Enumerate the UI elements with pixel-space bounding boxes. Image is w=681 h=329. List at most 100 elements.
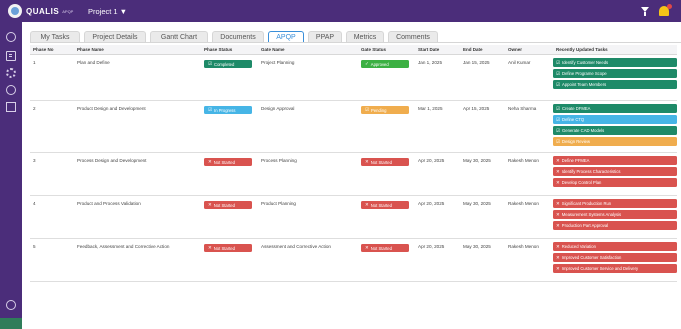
settings-icon[interactable] bbox=[6, 68, 16, 78]
close-icon: ✕ bbox=[365, 245, 369, 250]
gate-status-badge-label: Not Started bbox=[370, 159, 392, 165]
table-row[interactable]: 1 Plan and Define ☑ Completed Project Planni… bbox=[30, 55, 677, 101]
close-icon: ✕ bbox=[556, 222, 560, 228]
task-chip[interactable]: ☑ Create DFMEA bbox=[553, 104, 677, 113]
phase-status-badge: ☑ In Progress bbox=[204, 106, 252, 114]
close-icon: ✕ bbox=[208, 245, 212, 250]
checkbox-icon: ☑ bbox=[556, 59, 561, 65]
phase-no: 3 bbox=[33, 158, 36, 163]
start-date: Apr 20, 2025 bbox=[418, 201, 445, 206]
task-chip[interactable]: ☑ Define Programe Scope bbox=[553, 69, 677, 78]
apqp-phase-table: Phase No Phase Name Phase Status Gate Na… bbox=[30, 45, 677, 282]
task-chip[interactable]: ✕ Identify Process Characteristics bbox=[553, 167, 677, 176]
task-chip[interactable]: ☑ Generate CAD Models bbox=[553, 126, 677, 135]
task-chip[interactable]: ☑ Appoint Team Members bbox=[553, 80, 677, 89]
task-chip[interactable]: ✕ Define PFMEA bbox=[553, 156, 677, 165]
start-date: Apr 20, 2025 bbox=[418, 244, 445, 249]
notification-bell-icon[interactable] bbox=[659, 4, 672, 16]
task-label: Define Programe Scope bbox=[562, 71, 607, 76]
task-chip[interactable]: ✕ Production Part Approval bbox=[553, 221, 677, 230]
gate-status-badge-label: Not Started bbox=[370, 202, 392, 208]
close-icon: ✕ bbox=[208, 159, 212, 164]
gate-status-badge-label: Pending bbox=[371, 107, 387, 113]
phase-name: Product and Process Validation bbox=[77, 201, 141, 206]
checkbox-icon: ☑ bbox=[556, 127, 561, 133]
task-chip[interactable]: ✕ Reduced Variation bbox=[553, 242, 677, 251]
active-indicator bbox=[0, 318, 22, 329]
gate-name: Assessment and Corrective Action bbox=[261, 244, 331, 249]
gate-name: Product Planning bbox=[261, 201, 296, 206]
end-date: May 30, 2025 bbox=[463, 158, 491, 163]
owner: Neha Sharma bbox=[508, 106, 537, 111]
end-date: May 30, 2025 bbox=[463, 244, 491, 249]
task-label: Significant Production Run bbox=[561, 201, 612, 206]
close-icon: ✕ bbox=[556, 168, 560, 174]
phase-status-badge-label: Not Started bbox=[213, 245, 235, 251]
task-chip[interactable]: ✕ Improved Customer Service and Delivery bbox=[553, 264, 677, 273]
phase-status-badge: ✕ Not Started bbox=[204, 244, 252, 252]
task-label: Production Part Approval bbox=[561, 223, 609, 228]
recent-tasks-cell: ✕ Significant Production Run ✕ Measurement … bbox=[553, 196, 677, 238]
task-chip[interactable]: ☑ Design Review bbox=[553, 137, 677, 146]
check-icon: ☑ bbox=[208, 107, 213, 112]
header-owner: Owner bbox=[508, 47, 523, 52]
app-logo[interactable]: QUALIS APQP bbox=[8, 4, 76, 18]
checkbox-icon: ☑ bbox=[556, 81, 561, 87]
task-chip[interactable]: ✕ Improved Customer Satisfaction bbox=[553, 253, 677, 262]
phase-status-badge: ✕ Not Started bbox=[204, 201, 252, 209]
task-chip[interactable]: ✕ Significant Production Run bbox=[553, 199, 677, 208]
task-chip[interactable]: ☑ Define CTQ bbox=[553, 115, 677, 124]
table-row[interactable]: 3 Process Design and Development ✕ Not Star… bbox=[30, 153, 677, 196]
phase-status-badge: ☑ Completed bbox=[204, 60, 252, 68]
close-icon: ✕ bbox=[556, 211, 560, 217]
checkbox-icon: ☑ bbox=[556, 70, 561, 76]
recent-tasks-cell: ☑ Create DFMEA ☑ Define CTQ ☑ Generate CAD Mo… bbox=[553, 101, 677, 152]
end-date: Jan 15, 2025 bbox=[463, 60, 490, 65]
logo-text: QUALIS bbox=[26, 6, 60, 16]
phase-status-badge-label: In Progress bbox=[214, 107, 236, 113]
task-label: Identify Customer Needs bbox=[562, 60, 609, 65]
task-chip[interactable]: ☑ Identify Customer Needs bbox=[553, 58, 677, 67]
checkbox-icon: ☑ bbox=[556, 116, 561, 122]
table-row[interactable]: 4 Product and Process Validation ✕ Not Star… bbox=[30, 196, 677, 239]
phase-no: 1 bbox=[33, 60, 36, 65]
check-icon: ☑ bbox=[208, 61, 213, 66]
close-icon: ✕ bbox=[365, 202, 369, 207]
gate-status-badge: ✓ Approved bbox=[361, 60, 409, 68]
table-body: 1 Plan and Define ☑ Completed Project Planni… bbox=[30, 55, 677, 282]
gate-status-cell: ✕ Not Started bbox=[358, 196, 415, 238]
start-date: Apr 20, 2025 bbox=[418, 158, 445, 163]
gate-status-cell: ☑ Pending bbox=[358, 101, 415, 152]
help-icon[interactable] bbox=[6, 300, 16, 310]
phase-name: Process Design and Development bbox=[77, 158, 147, 163]
gate-status-badge: ✕ Not Started bbox=[361, 158, 409, 166]
task-label: Define PFMEA bbox=[561, 158, 590, 163]
task-chip[interactable]: ✕ Develop Control Plan bbox=[553, 178, 677, 187]
project-selector[interactable]: Project 1 ▼ bbox=[88, 7, 127, 16]
recent-tasks-cell: ✕ Define PFMEA ✕ Identify Process Character… bbox=[553, 153, 677, 195]
phase-status-cell: ☑ In Progress bbox=[201, 101, 258, 152]
phase-status-cell: ☑ Completed bbox=[201, 55, 258, 100]
document-icon[interactable] bbox=[6, 51, 16, 61]
task-label: Reduced Variation bbox=[561, 244, 596, 249]
check-icon: ☑ bbox=[365, 107, 370, 112]
table-row[interactable]: 5 Feedback, Assessment and Corrective Act… bbox=[30, 239, 677, 282]
task-label: Define CTQ bbox=[562, 117, 585, 122]
phase-no: 4 bbox=[33, 201, 36, 206]
gate-status-badge: ✕ Not Started bbox=[361, 201, 409, 209]
phase-status-badge-label: Not Started bbox=[213, 202, 235, 208]
dashboard-icon[interactable] bbox=[6, 32, 16, 42]
close-icon: ✕ bbox=[556, 265, 560, 271]
task-chip[interactable]: ✕ Measurement Systems Analysis bbox=[553, 210, 677, 219]
task-label: Measurement Systems Analysis bbox=[561, 212, 622, 217]
close-icon: ✕ bbox=[556, 254, 560, 260]
header-recent-tasks: Recently Updated Tasks bbox=[556, 47, 608, 52]
table-row[interactable]: 2 Product Design and Development ☑ In Progr… bbox=[30, 101, 677, 153]
task-label: Design Review bbox=[562, 139, 590, 144]
filter-icon[interactable] bbox=[641, 6, 649, 16]
target-icon[interactable] bbox=[6, 85, 16, 95]
edit-icon[interactable] bbox=[6, 102, 16, 112]
top-bar: QUALIS APQP Project 1 ▼ bbox=[0, 0, 681, 22]
close-icon: ✕ bbox=[556, 179, 560, 185]
tab-divider bbox=[30, 42, 681, 43]
